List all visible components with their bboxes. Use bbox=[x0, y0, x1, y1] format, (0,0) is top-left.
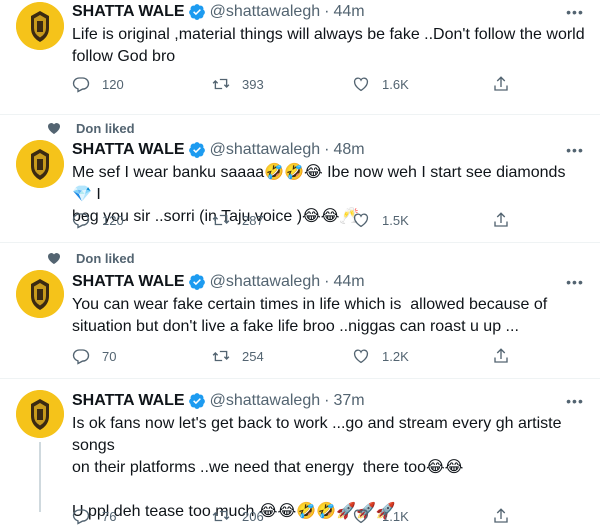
author-name[interactable]: SHATTA WALE bbox=[72, 272, 185, 292]
reply-button[interactable]: 70 bbox=[72, 347, 182, 365]
reply-count: 120 bbox=[102, 76, 124, 92]
heart-icon bbox=[48, 123, 60, 134]
avatar-emblem-icon bbox=[16, 390, 64, 438]
like-count: 1.6K bbox=[382, 76, 409, 92]
tweet-header: SHATTA WALE @shattawalegh · 44m bbox=[72, 2, 584, 22]
tweet-header: SHATTA WALE @shattawalegh · 44m bbox=[72, 272, 584, 292]
author-name[interactable]: SHATTA WALE bbox=[72, 2, 185, 22]
reply-count: 76 bbox=[102, 508, 117, 524]
like-button[interactable]: 1.1K bbox=[352, 507, 462, 525]
timestamp[interactable]: 37m bbox=[333, 391, 364, 411]
separator-dot: · bbox=[324, 3, 330, 20]
share-icon bbox=[494, 508, 508, 523]
retweet-icon bbox=[212, 350, 230, 362]
share-icon bbox=[494, 348, 508, 363]
like-count: 1.2K bbox=[382, 348, 409, 364]
reply-icon bbox=[72, 213, 90, 229]
more-icon[interactable]: ••• bbox=[566, 140, 584, 160]
more-icon[interactable]: ••• bbox=[566, 391, 584, 411]
share-button[interactable] bbox=[492, 211, 512, 229]
separator-dot: · bbox=[324, 392, 330, 409]
social-context[interactable]: Don liked bbox=[46, 249, 135, 267]
verified-badge-icon bbox=[188, 393, 205, 409]
retweet-count: 206 bbox=[242, 508, 264, 524]
author-handle[interactable]: @shattawalegh bbox=[210, 391, 321, 411]
reply-count: 70 bbox=[102, 348, 117, 364]
like-icon bbox=[353, 509, 369, 524]
avatar[interactable] bbox=[16, 2, 64, 50]
avatar[interactable] bbox=[16, 390, 64, 438]
verified-badge-icon bbox=[188, 4, 205, 20]
like-button[interactable]: 1.6K bbox=[352, 75, 462, 93]
more-icon[interactable]: ••• bbox=[566, 2, 584, 22]
like-icon bbox=[353, 77, 369, 92]
avatar-emblem-icon bbox=[16, 2, 64, 50]
retweet-count: 287 bbox=[242, 212, 264, 228]
tweet-text: Life is original ,material things will a… bbox=[72, 26, 585, 65]
timestamp[interactable]: 44m bbox=[333, 2, 364, 22]
retweet-count: 254 bbox=[242, 348, 264, 364]
avatar[interactable] bbox=[16, 270, 64, 318]
liked-by-label: Don liked bbox=[76, 120, 135, 136]
separator-dot: · bbox=[324, 273, 330, 290]
share-button[interactable] bbox=[492, 75, 512, 93]
like-count: 1.5K bbox=[382, 212, 409, 228]
like-button[interactable]: 1.5K bbox=[352, 211, 462, 229]
timestamp[interactable]: 44m bbox=[333, 272, 364, 292]
social-context[interactable]: Don liked bbox=[46, 119, 135, 137]
verified-badge-icon bbox=[188, 142, 205, 158]
author-handle[interactable]: @shattawalegh bbox=[210, 140, 321, 160]
tweet[interactable]: SHATTA WALE @shattawalegh · 44m ••• Life… bbox=[0, 0, 600, 115]
tweet-text: You can wear fake certain times in life … bbox=[72, 296, 548, 335]
more-icon[interactable]: ••• bbox=[566, 272, 584, 292]
reply-button[interactable]: 120 bbox=[72, 211, 182, 229]
heart-icon bbox=[48, 253, 60, 264]
author-name[interactable]: SHATTA WALE bbox=[72, 391, 185, 411]
tweet-header: SHATTA WALE @shattawalegh · 37m bbox=[72, 391, 584, 411]
reply-button[interactable]: 76 bbox=[72, 507, 182, 525]
avatar-emblem-icon bbox=[16, 270, 64, 318]
tweet-actions: 76 206 1.1K bbox=[72, 506, 512, 526]
reply-icon bbox=[72, 77, 90, 93]
share-button[interactable] bbox=[492, 507, 512, 525]
reply-icon bbox=[72, 349, 90, 365]
retweet-button[interactable]: 287 bbox=[212, 211, 322, 229]
share-icon bbox=[494, 76, 508, 91]
tweet[interactable]: SHATTA WALE @shattawalegh · 37m ••• Is o… bbox=[0, 378, 600, 527]
author-handle[interactable]: @shattawalegh bbox=[210, 2, 321, 22]
reply-icon bbox=[72, 509, 90, 525]
tweet[interactable]: Don liked SHATTA WALE @shattawalegh · 48… bbox=[0, 114, 600, 243]
like-icon bbox=[353, 349, 369, 364]
like-count: 1.1K bbox=[382, 508, 409, 524]
liked-by-label: Don liked bbox=[76, 250, 135, 266]
share-icon bbox=[494, 212, 508, 227]
like-button[interactable]: 1.2K bbox=[352, 347, 462, 365]
like-icon bbox=[353, 213, 369, 228]
tweet[interactable]: Don liked SHATTA WALE @shattawalegh · 44… bbox=[0, 242, 600, 379]
verified-badge-icon bbox=[188, 274, 205, 290]
retweet-button[interactable]: 393 bbox=[212, 75, 322, 93]
tweet-actions: 120 393 1.6K bbox=[72, 74, 512, 94]
retweet-button[interactable]: 254 bbox=[212, 347, 322, 365]
retweet-icon bbox=[212, 510, 230, 522]
retweet-icon bbox=[212, 214, 230, 226]
retweet-count: 393 bbox=[242, 76, 264, 92]
tweet-actions: 70 254 1.2K bbox=[72, 346, 512, 366]
retweet-icon bbox=[212, 78, 230, 90]
author-name[interactable]: SHATTA WALE bbox=[72, 140, 185, 160]
thread-line bbox=[39, 442, 41, 512]
separator-dot: · bbox=[324, 141, 330, 158]
avatar-emblem-icon bbox=[16, 140, 64, 188]
avatar[interactable] bbox=[16, 140, 64, 188]
timestamp[interactable]: 48m bbox=[333, 140, 364, 160]
share-button[interactable] bbox=[492, 347, 512, 365]
reply-button[interactable]: 120 bbox=[72, 75, 182, 93]
tweet-actions: 120 287 1.5K bbox=[72, 210, 512, 230]
reply-count: 120 bbox=[102, 212, 124, 228]
retweet-button[interactable]: 206 bbox=[212, 507, 322, 525]
tweet-header: SHATTA WALE @shattawalegh · 48m bbox=[72, 140, 584, 160]
author-handle[interactable]: @shattawalegh bbox=[210, 272, 321, 292]
